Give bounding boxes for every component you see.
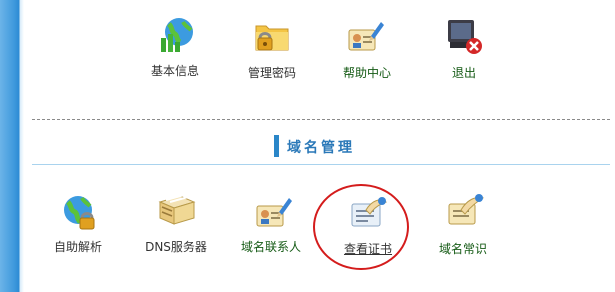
- menu-label: 帮助中心: [342, 66, 391, 80]
- menu-label: 基本信息: [150, 64, 199, 78]
- menu-label: 退出: [451, 66, 476, 80]
- section-title: 域名管理: [287, 140, 355, 156]
- globe-lock-icon: [60, 192, 100, 232]
- left-sidebar-bar: [0, 0, 24, 292]
- section-divider-dashed: [32, 119, 610, 120]
- domain-label: DNS服务器: [145, 240, 207, 254]
- contact-card-icon: [253, 192, 293, 232]
- menu-item-help-center[interactable]: 帮助中心: [321, 14, 413, 84]
- help-card-pen-icon: [345, 16, 385, 56]
- domain-item-knowledge[interactable]: 域名常识: [417, 190, 509, 262]
- globe-chart-icon: [155, 16, 195, 56]
- domain-item-contacts[interactable]: 域名联系人: [225, 190, 317, 262]
- menu-label: 管理密码: [247, 66, 296, 80]
- knowledge-note-icon: [445, 190, 485, 230]
- section-underline: [32, 164, 610, 165]
- menu-item-manage-password[interactable]: 管理密码: [226, 14, 318, 84]
- menu-item-basic-info[interactable]: 基本信息: [129, 14, 221, 84]
- domain-label: 域名联系人: [240, 240, 301, 254]
- domain-label: 域名常识: [438, 242, 487, 256]
- highlight-annotation-circle: [313, 184, 409, 270]
- section-title-marker: [274, 135, 279, 157]
- domain-item-self-resolve[interactable]: 自助解析: [32, 190, 124, 262]
- server-stack-icon: [156, 190, 196, 230]
- domain-label: 自助解析: [53, 240, 102, 254]
- folder-lock-icon: [252, 16, 292, 56]
- logout-computer-icon: [444, 16, 484, 56]
- domain-item-dns-server[interactable]: DNS服务器: [130, 190, 222, 262]
- menu-item-logout[interactable]: 退出: [418, 14, 510, 84]
